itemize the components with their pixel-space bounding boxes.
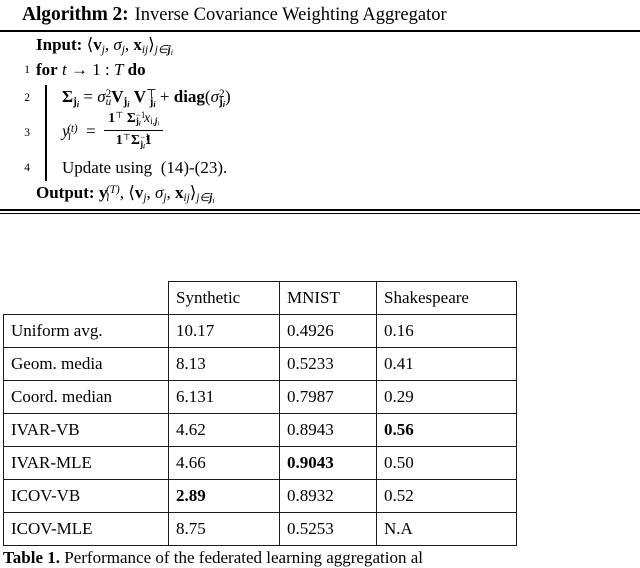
table-row: ICOV-MLE 8.75 0.5253 N.A	[3, 512, 517, 546]
algorithm-body: Input: ⟨vj, σj, xij⟩j∈ji 1 for t → 1 : T…	[0, 32, 640, 209]
table-cell-synthetic: 4.66	[168, 446, 280, 480]
table-cell-synthetic: 6.131	[168, 380, 280, 414]
algorithm-output-label: Output:	[36, 183, 95, 203]
algorithm-line-2: 2 Σji = σ2uVji V⊤ji + diag(σ2ji)	[0, 85, 640, 111]
algorithm-input-line: Input: ⟨vj, σj, xij⟩j∈ji	[0, 35, 640, 57]
algorithm-line-3-content: yi(t) = 1⊤ Σ−1ji xi,ji 1⊤Σ−1ji1	[62, 110, 164, 154]
table-caption-label: Table 1.	[3, 548, 61, 567]
algorithm-title-text: Inverse Covariance Weighting Aggregator	[134, 5, 447, 25]
table-cell-mnist: 0.7987	[279, 380, 377, 414]
algorithm-title: Algorithm 2: Inverse Covariance Weightin…	[0, 0, 640, 30]
algorithm-line-4: 4 Update using (14)-(23).	[0, 155, 640, 181]
table-row: Coord. median 6.131 0.7987 0.29	[3, 380, 517, 414]
table-row: Uniform avg. 10.17 0.4926 0.16	[3, 314, 517, 348]
algorithm-output-expression: yi(T), ⟨vj, σj, xij⟩j∈ji	[98, 183, 215, 206]
table-header-synthetic: Synthetic	[168, 281, 280, 315]
table-cell-synthetic: 2.89	[168, 479, 280, 513]
table-cell-method: ICOV-MLE	[3, 512, 169, 546]
results-table-container: Synthetic MNIST Shakespeare Uniform avg.…	[3, 281, 517, 546]
table-cell-synthetic: 8.75	[168, 512, 280, 546]
table-cell-mnist: 0.5253	[279, 512, 377, 546]
algorithm-line-number-3: 3	[24, 127, 30, 140]
table-row: Geom. media 8.13 0.5233 0.41	[3, 347, 517, 381]
algorithm-fraction: 1⊤ Σ−1ji xi,ji 1⊤Σ−1ji1	[104, 110, 164, 152]
table-cell-method: Coord. median	[3, 380, 169, 414]
algorithm-update-refs: (14)-(23).	[160, 158, 228, 178]
table-cell-synthetic: 4.62	[168, 413, 280, 447]
table-cell-mnist: 0.8943	[279, 413, 377, 447]
table-cell-shakespeare: 0.16	[376, 314, 517, 348]
algorithm-output-line: Output: yi(T), ⟨vj, σj, xij⟩j∈ji	[0, 183, 640, 205]
results-table: Synthetic MNIST Shakespeare Uniform avg.…	[3, 281, 517, 546]
table-cell-method: IVAR-VB	[3, 413, 169, 447]
table-header-shakespeare: Shakespeare	[376, 281, 517, 315]
algorithm-input-content: Input: ⟨vj, σj, xij⟩j∈ji	[36, 35, 173, 57]
table-cell-method: Geom. media	[3, 347, 169, 381]
algorithm-update-text: Update using	[62, 158, 153, 178]
table-cell-mnist: 0.4926	[279, 314, 377, 348]
algorithm-line-number-1: 1	[24, 64, 30, 77]
table-body: Uniform avg. 10.17 0.4926 0.16 Geom. media 8.…	[3, 314, 517, 546]
table-row: ICOV-VB 2.89 0.8932 0.52	[3, 479, 517, 513]
algorithm-input-label: Input:	[36, 35, 83, 54]
table-cell-synthetic: 10.17	[168, 314, 280, 348]
table-caption-text: Performance of the federated learning ag…	[64, 548, 423, 567]
table-cell-synthetic: 8.13	[168, 347, 280, 381]
table-cell-method: IVAR-MLE	[3, 446, 169, 480]
algorithm-input-expression: ⟨vj, σj, xij⟩j∈ji	[86, 35, 173, 58]
table-cell-shakespeare: 0.41	[376, 347, 517, 381]
table-caption: Table 1. Performance of the federated le…	[3, 548, 637, 568]
table-cell-mnist: 0.8932	[279, 479, 377, 513]
table-cell-shakespeare: 0.56	[376, 413, 517, 447]
algorithm-line-2-content: Σji = σ2uVji V⊤ji + diag(σ2ji)	[62, 87, 231, 110]
algorithm-loop-body: 2 Σji = σ2uVji V⊤ji + diag(σ2ji) 3 yi(t)…	[0, 85, 640, 182]
table-header-row: Synthetic MNIST Shakespeare	[4, 281, 517, 315]
algorithm-output-content: Output: yi(T), ⟨vj, σj, xij⟩j∈ji	[36, 183, 215, 205]
algorithm-line-number-4: 4	[24, 162, 30, 175]
table-header-corner	[4, 282, 169, 315]
table-row: IVAR-VB 4.62 0.8943 0.56	[3, 413, 517, 447]
table-row: IVAR-MLE 4.66 0.9043 0.50	[3, 446, 517, 480]
algorithm-line-3: 3 yi(t) = 1⊤ Σ−1ji xi,ji 1⊤Σ−1ji1	[0, 110, 640, 155]
table-cell-shakespeare: 0.50	[376, 446, 517, 480]
algorithm-line-4-content: Update using (14)-(23).	[62, 158, 227, 178]
algorithm-block: Algorithm 2: Inverse Covariance Weightin…	[0, 0, 640, 215]
table-cell-shakespeare: 0.29	[376, 380, 517, 414]
table-cell-method: Uniform avg.	[3, 314, 169, 348]
table-cell-shakespeare: 0.52	[376, 479, 517, 513]
algorithm-line-1: 1 for t → 1 : T do	[0, 59, 640, 81]
table-cell-method: ICOV-VB	[3, 479, 169, 513]
algorithm-line-1-content: for t → 1 : T do	[36, 60, 146, 80]
algorithm-line-number-2: 2	[24, 92, 30, 105]
table-cell-shakespeare: N.A	[376, 512, 517, 546]
algorithm-bottom-rule	[0, 209, 640, 215]
table-cell-mnist: 0.5233	[279, 347, 377, 381]
table-header-mnist: MNIST	[279, 281, 377, 315]
algorithm-title-label: Algorithm 2:	[22, 4, 129, 25]
table-cell-mnist: 0.9043	[279, 446, 377, 480]
